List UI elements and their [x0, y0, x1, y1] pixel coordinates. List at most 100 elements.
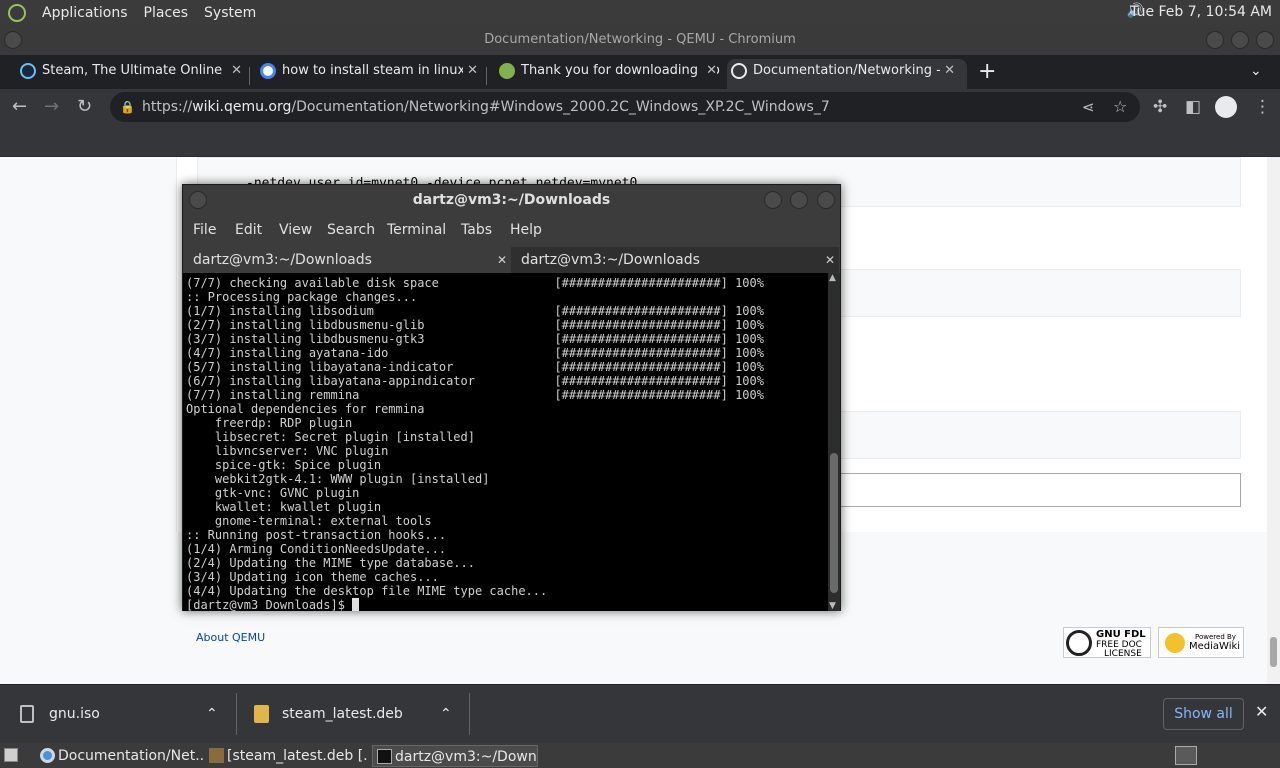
places-menu[interactable]: Places — [144, 5, 189, 21]
close-window-button[interactable] — [817, 191, 835, 209]
archive-icon — [209, 748, 224, 763]
maximize-button[interactable] — [1231, 31, 1249, 49]
terminal-line: (3/7) installing libdbusmenu-gtk3 [#####… — [186, 332, 764, 346]
terminal-line: (1/7) installing libsodium [############… — [186, 304, 764, 318]
terminal-line: kwallet: kwallet plugin — [186, 500, 382, 514]
reload-icon[interactable]: ↻ — [77, 96, 92, 117]
terminal-title: dartz@vm3:~/Downloads — [412, 192, 611, 208]
close-window-button[interactable] — [1256, 31, 1274, 49]
menu-help[interactable]: Help — [510, 222, 542, 238]
window-menu-button[interactable] — [4, 31, 22, 49]
browser-tabstrip: Steam, The Ultimate Online G ✕ how to in… — [0, 55, 1280, 89]
extensions-puzzle-icon[interactable]: ✣ — [1153, 97, 1167, 117]
lock-icon[interactable]: 🔒 — [120, 92, 135, 122]
url-host: wiki.qemu.org — [192, 99, 292, 115]
terminal-tab-1[interactable]: dartz@vm3:~/Downloads ✕ — [183, 247, 511, 273]
tab-close-icon[interactable]: ✕ — [497, 247, 507, 273]
minimize-button[interactable] — [764, 191, 782, 209]
taskbar-terminal[interactable]: dartz@vm3:~/Down... — [372, 745, 538, 767]
tab-close-icon[interactable]: ✕ — [227, 59, 242, 83]
terminal-scrollbar-thumb[interactable] — [830, 453, 838, 593]
download-item-steam-deb[interactable]: steam_latest.deb ⌃ — [254, 685, 464, 743]
menu-file[interactable]: File — [193, 222, 216, 238]
chevron-up-icon[interactable]: ⌃ — [440, 685, 452, 743]
top-panel: Applications Places System 🔊 Tue Feb 7, … — [0, 0, 1280, 25]
tab-documentation-networking[interactable]: Documentation/Networking - ✕ — [727, 59, 967, 89]
tab-close-icon[interactable]: ✕ — [825, 247, 835, 273]
download-shelf: gnu.iso ⌃ steam_latest.deb ⌃ Show all ✕ — [0, 684, 1280, 743]
bookmark-star-icon[interactable]: ☆ — [1113, 92, 1127, 122]
close-download-shelf-icon[interactable]: ✕ — [1255, 702, 1268, 721]
tab-close-icon[interactable]: ✕ — [940, 59, 955, 83]
browser-toolbar: ← → ↻ 🔒 https://wiki.qemu.org/Documentat… — [0, 89, 1280, 125]
clock[interactable]: Tue Feb 7, 10:54 AM — [1130, 4, 1272, 20]
chevron-up-icon[interactable]: ⌃ — [206, 685, 218, 743]
window-menu-button[interactable] — [189, 191, 207, 209]
page-scrollbar[interactable] — [1267, 157, 1280, 684]
terminal-line: :: Running post-transaction hooks... — [186, 528, 447, 542]
terminal-line: :: Processing package changes... — [186, 290, 418, 304]
terminal-line: libvncserver: VNC plugin — [186, 444, 389, 458]
show-desktop-icon[interactable] — [4, 748, 18, 762]
terminal-line: Optional dependencies for remmina — [186, 402, 425, 416]
terminal-lines: (7/7) checking available disk space [###… — [186, 276, 828, 598]
menu-view[interactable]: View — [279, 222, 312, 238]
tab-google-search[interactable]: how to install steam in linux - ✕ — [256, 59, 482, 89]
qemu-window-titlebar: Documentation/Networking - QEMU - Chromi… — [0, 25, 1280, 55]
terminal-tab-2[interactable]: dartz@vm3:~/Downloads ✕ — [511, 247, 839, 273]
new-tab-button[interactable]: + — [978, 59, 996, 84]
terminal-line: (7/7) checking available disk space [###… — [186, 276, 764, 290]
about-qemu-link[interactable]: About QEMU — [196, 631, 265, 644]
terminal-menubar: File Edit View Search Terminal Tabs Help — [183, 215, 840, 245]
chrome-menu-icon[interactable]: ⋮ — [1254, 97, 1271, 117]
forward-arrow-icon[interactable]: → — [44, 96, 59, 117]
terminal-titlebar[interactable]: dartz@vm3:~/Downloads — [183, 185, 840, 215]
page-scrollbar-thumb[interactable] — [1270, 637, 1277, 667]
scroll-down-arrow-icon[interactable]: ▼ — [829, 601, 836, 611]
menu-edit[interactable]: Edit — [235, 222, 262, 238]
maximize-button[interactable] — [790, 191, 808, 209]
chromium-icon — [40, 748, 55, 763]
menu-search[interactable]: Search — [327, 222, 375, 238]
tab-search-chevron-icon[interactable]: ⌄ — [1250, 63, 1262, 79]
show-all-downloads-button[interactable]: Show all — [1163, 698, 1244, 730]
share-icon[interactable]: ⋖ — [1082, 92, 1095, 122]
scroll-up-arrow-icon[interactable]: ▲ — [829, 273, 836, 283]
terminal-scrollbar[interactable]: ▲ ▼ — [828, 273, 840, 611]
terminal-icon — [377, 749, 392, 764]
system-menu[interactable]: System — [204, 5, 256, 21]
workspace-switcher-icon[interactable] — [1175, 746, 1197, 765]
terminal-line: (3/4) Updating icon theme caches... — [186, 570, 439, 584]
terminal-prompt: [dartz@vm3 Downloads]$ — [186, 598, 353, 611]
profile-avatar-icon[interactable] — [1215, 96, 1237, 118]
applications-menu[interactable]: Applications — [42, 5, 128, 21]
taskbar-chromium[interactable]: Documentation/Net... — [36, 745, 204, 767]
distro-logo-icon[interactable] — [8, 3, 26, 22]
terminal-cursor — [352, 598, 360, 611]
steam-icon — [20, 63, 36, 79]
terminal-tabbar: dartz@vm3:~/Downloads ✕ dartz@vm3:~/Down… — [183, 245, 840, 273]
ubuntu-icon — [499, 63, 515, 79]
minimize-button[interactable] — [1206, 31, 1224, 49]
menu-terminal[interactable]: Terminal — [387, 222, 446, 238]
taskbar-steam-deb[interactable]: [steam_latest.deb [... — [205, 745, 369, 767]
powered-by-mediawiki-badge[interactable]: Powered By MediaWiki — [1158, 627, 1244, 658]
side-panel-icon[interactable]: ◧ — [1185, 97, 1201, 117]
tab-ubuntu-download[interactable]: Thank you for downloading Ub ✕ — [495, 59, 721, 89]
download-item-gnu-iso[interactable]: gnu.iso ⌃ — [20, 685, 230, 743]
bookmark-bar — [0, 125, 1280, 157]
tab-steam[interactable]: Steam, The Ultimate Online G ✕ — [16, 59, 246, 89]
package-icon — [254, 705, 269, 723]
terminal-output[interactable]: (7/7) checking available disk space [###… — [183, 273, 828, 611]
menu-tabs[interactable]: Tabs — [461, 222, 492, 238]
terminal-line: (4/4) Updating the desktop file MIME typ… — [186, 584, 548, 598]
tab-close-icon[interactable]: ✕ — [463, 59, 478, 83]
gnu-fdl-badge[interactable]: GNU FDL FREE DOC LICENSE — [1063, 627, 1151, 659]
terminal-line: gtk-vnc: GVNC plugin — [186, 486, 360, 500]
tab-close-icon[interactable]: ✕ — [702, 59, 717, 83]
terminal-window[interactable]: dartz@vm3:~/Downloads File Edit View Sea… — [182, 184, 841, 611]
back-arrow-icon[interactable]: ← — [12, 96, 27, 117]
address-bar[interactable]: 🔒 https://wiki.qemu.org/Documentation/Ne… — [110, 92, 1140, 122]
terminal-line: gnome-terminal: external tools — [186, 514, 432, 528]
terminal-line: (2/7) installing libdbusmenu-glib [#####… — [186, 318, 764, 332]
